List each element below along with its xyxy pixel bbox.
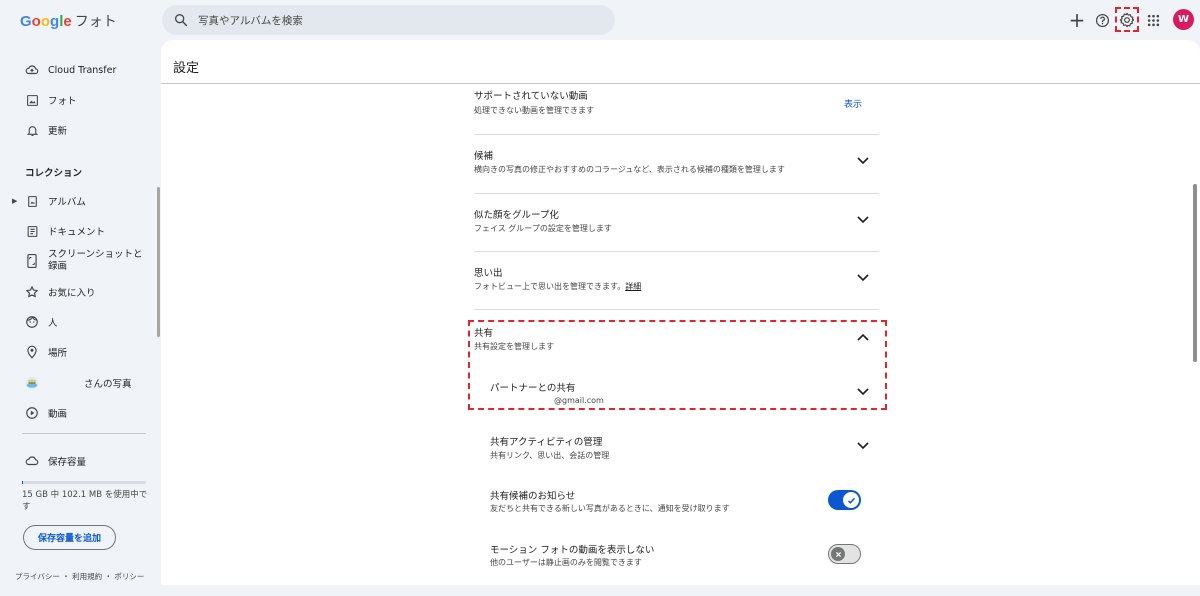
- sidebar-item-label: 更新: [48, 126, 68, 137]
- sidebar-item-favorites[interactable]: お気に入り: [0, 278, 150, 306]
- sidebar-item-label: 保存容量: [48, 457, 87, 468]
- chevron-down-icon[interactable]: [854, 383, 872, 401]
- setting-subtitle: 他のユーザーは静止画のみを閲覧できます: [490, 558, 642, 567]
- main-scrollbar[interactable]: [1193, 184, 1197, 362]
- setting-subtitle: 友だちと共有できる新しい写真があるときに、通知を受け取ります: [490, 504, 730, 513]
- details-link[interactable]: 詳細: [625, 282, 641, 291]
- toggle-knob: [843, 492, 859, 508]
- album-icon: [25, 194, 39, 208]
- setting-title: 候補: [474, 151, 494, 162]
- share-suggestion-toggle[interactable]: [828, 490, 861, 510]
- storage-usage-bar: [22, 481, 146, 484]
- video-icon: [25, 406, 39, 420]
- sidebar-item-label: お気に入り: [48, 288, 96, 299]
- sidebar-item-label: フォト: [48, 96, 77, 107]
- apps-grid-icon[interactable]: [1143, 10, 1163, 30]
- collections-heading: コレクション: [25, 168, 83, 179]
- chevron-down-icon[interactable]: [854, 437, 872, 455]
- sidebar-item-label: 場所: [48, 348, 68, 359]
- row-separator: [474, 134, 879, 135]
- sidebar-item-documents[interactable]: ドキュメント: [0, 217, 150, 245]
- sidebar-scrollbar[interactable]: [157, 187, 160, 337]
- row-separator: [474, 193, 879, 194]
- chevron-down-icon[interactable]: [854, 269, 872, 287]
- setting-title: 思い出: [474, 268, 503, 279]
- setting-subtitle: 共有設定を管理します: [474, 342, 554, 351]
- storage-usage-fill: [22, 481, 23, 484]
- setting-title: パートナーとの共有: [490, 383, 576, 394]
- setting-subtitle: 横向きの写真の修正やおすすめのコラージュなど、表示される候補の種類を管理します: [474, 165, 785, 174]
- sidebar-item-videos[interactable]: 動画: [0, 399, 150, 427]
- setting-subtitle-text: フォトビュー上で思い出を管理できます。: [474, 282, 626, 291]
- account-avatar[interactable]: W: [1173, 9, 1194, 30]
- create-plus-icon[interactable]: +: [1067, 10, 1087, 30]
- setting-title: 共有: [474, 328, 494, 339]
- row-separator: [474, 251, 879, 252]
- logo-app-name: フォト: [74, 13, 117, 29]
- search-placeholder: 写真やアルバムを検索: [198, 15, 303, 27]
- star-icon: [25, 285, 39, 299]
- sidebar-item-photos[interactable]: フォト: [0, 86, 150, 114]
- photo-icon: [25, 93, 39, 107]
- setting-title: 共有候補のお知らせ: [490, 491, 576, 502]
- help-icon[interactable]: [1092, 10, 1112, 30]
- row-separator: [474, 309, 879, 310]
- storage-usage-text: 15 GB 中 102.1 MB を使用中です: [22, 490, 148, 512]
- sidebar-item-albums[interactable]: アルバム: [0, 187, 150, 215]
- face-icon: [25, 315, 39, 329]
- show-unsupported-link[interactable]: 表示: [844, 97, 862, 110]
- setting-title: 似た顔をグループ化: [474, 210, 559, 221]
- add-storage-button[interactable]: 保存容量を追加: [23, 525, 116, 550]
- location-icon: [25, 345, 39, 359]
- cloud-transfer-icon: [25, 63, 39, 77]
- sidebar-item-label: さんの写真: [84, 379, 132, 390]
- setting-title: モーション フォトの動画を表示しない: [490, 545, 655, 556]
- title-divider: [161, 83, 1200, 84]
- chevron-down-icon[interactable]: [854, 152, 872, 170]
- sidebar-item-label: スクリーンショットと録画: [48, 249, 143, 272]
- sidebar-item-people[interactable]: 人: [0, 308, 150, 336]
- footer-links[interactable]: プライバシー ・ 利用規約 ・ ポリシー: [15, 571, 144, 582]
- screenshot-icon: [25, 254, 39, 268]
- bell-icon: [25, 123, 39, 137]
- logo-google-text: Google: [20, 13, 72, 30]
- settings-gear-icon[interactable]: [1117, 10, 1137, 30]
- sidebar-divider: [22, 433, 146, 434]
- sidebar-item-label: Cloud Transfer: [48, 64, 117, 76]
- sidebar-item-screenshots[interactable]: スクリーンショットと録画: [0, 247, 150, 275]
- sharing-highlight-box: [468, 320, 887, 410]
- sidebar-item-cloud-transfer[interactable]: Cloud Transfer: [0, 56, 150, 84]
- page-title: 設定: [173, 61, 200, 76]
- sidebar-item-label: 動画: [48, 409, 68, 420]
- sidebar-item-updates[interactable]: 更新: [0, 116, 150, 144]
- sidebar-item-label: 人: [48, 318, 58, 329]
- partner-email: @gmail.com: [554, 396, 604, 405]
- toggle-knob: [831, 547, 845, 561]
- google-photos-logo[interactable]: Google フォト: [20, 11, 117, 31]
- setting-subtitle: 処理できない動画を管理できます: [474, 106, 594, 115]
- top-bar: Google フォト 写真やアルバムを検索 + W: [0, 0, 1200, 40]
- sidebar-item-label: ドキュメント: [48, 227, 106, 238]
- sidebar-item-partner-photos[interactable]: さんの写真: [0, 369, 150, 397]
- settings-panel: 設定 サポートされていない動画 処理できない動画を管理できます 表示 候補 横向…: [161, 40, 1200, 585]
- setting-title: 共有アクティビティの管理: [490, 437, 603, 448]
- sidebar-item-places[interactable]: 場所: [0, 338, 150, 366]
- chevron-up-icon[interactable]: [854, 328, 872, 346]
- sidebar-item-storage[interactable]: 保存容量: [0, 447, 150, 475]
- sidebar-item-label: アルバム: [48, 197, 86, 208]
- motion-photos-toggle[interactable]: [828, 544, 861, 564]
- chevron-down-icon[interactable]: [854, 211, 872, 229]
- setting-title: サポートされていない動画: [474, 91, 588, 102]
- document-icon: [25, 224, 39, 238]
- setting-subtitle: 共有リンク、思い出、会話の管理: [490, 451, 610, 460]
- search-icon[interactable]: [173, 12, 189, 28]
- setting-subtitle: フェイス グループの設定を管理します: [474, 224, 612, 233]
- setting-subtitle: フォトビュー上で思い出を管理できます。詳細: [474, 281, 641, 292]
- partner-avatar: [25, 376, 39, 390]
- search-bar[interactable]: 写真やアルバムを検索: [162, 5, 615, 35]
- cloud-icon: [25, 454, 39, 468]
